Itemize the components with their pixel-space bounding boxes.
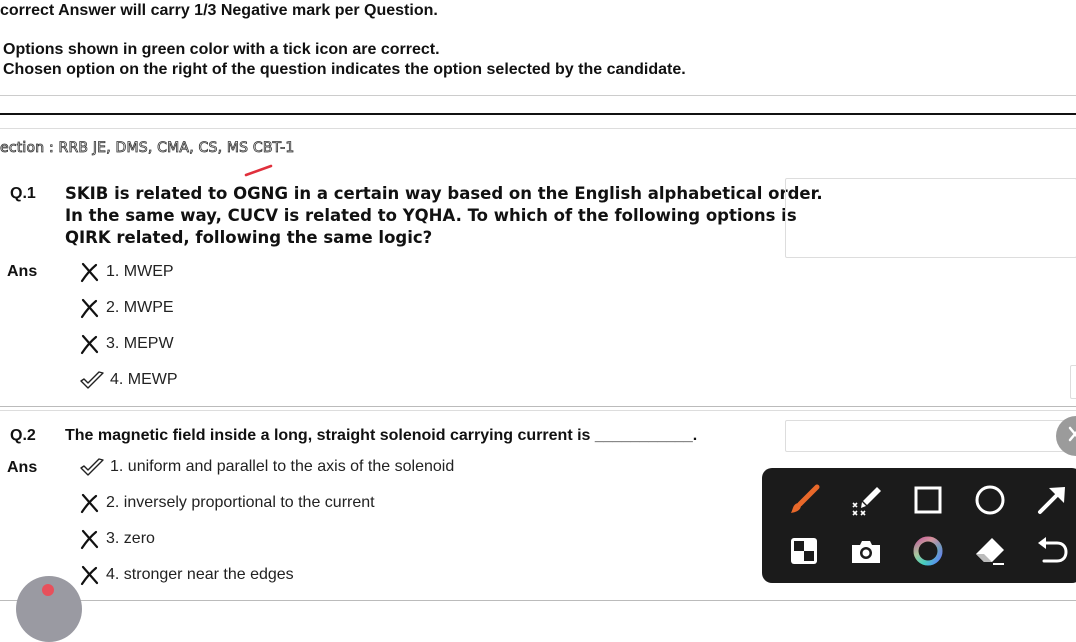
tick-icon xyxy=(80,458,104,476)
option-item: 4. stronger near the edges xyxy=(78,564,294,586)
brush-tool[interactable] xyxy=(784,480,824,520)
option-label: 1. uniform and parallel to the axis of t… xyxy=(110,458,455,475)
eraser-icon xyxy=(976,538,1004,565)
option-label: 2. MWPE xyxy=(106,299,174,316)
record-dot-icon xyxy=(42,584,54,596)
instruction-negative-marking: correct Answer will carry 1/3 Negative m… xyxy=(0,2,438,19)
divider xyxy=(0,128,1076,129)
ans-label: Ans xyxy=(7,263,38,280)
arrow-tool[interactable] xyxy=(1032,480,1072,520)
brush-icon xyxy=(791,484,820,513)
option-item: 3. zero xyxy=(78,528,155,550)
close-float-button[interactable] xyxy=(1056,416,1076,456)
camera-icon xyxy=(852,541,880,563)
cross-icon xyxy=(80,529,99,550)
cross-icon xyxy=(80,493,99,514)
chosen-option-panel xyxy=(785,178,1076,258)
screenshot-tool[interactable] xyxy=(846,531,886,571)
highlighter-tool[interactable] xyxy=(846,480,886,520)
question-text-line: QIRK related, following the same logic? xyxy=(65,228,433,247)
question-divider xyxy=(0,600,1076,601)
option-item: 2. MWPE xyxy=(78,297,174,319)
rectangle-tool[interactable] xyxy=(908,480,948,520)
question-divider xyxy=(0,406,1076,407)
red-pen-stroke xyxy=(244,164,273,177)
cross-icon xyxy=(80,334,99,355)
divider xyxy=(0,95,1076,96)
instruction-chosen-option: Chosen option on the right of the questi… xyxy=(3,61,686,78)
floating-record-button[interactable] xyxy=(16,576,82,642)
option-item-correct: 1. uniform and parallel to the axis of t… xyxy=(78,456,454,478)
option-item: 3. MEPW xyxy=(78,333,174,355)
option-item: 1. MWEP xyxy=(78,261,174,283)
option-label: 3. MEPW xyxy=(106,335,174,352)
question-divider xyxy=(0,410,1076,411)
option-label: 2. inversely proportional to the current xyxy=(106,494,375,511)
close-icon xyxy=(1068,426,1076,442)
undo-icon xyxy=(1038,537,1068,563)
circle-icon xyxy=(975,485,1005,515)
option-label: 3. zero xyxy=(106,530,155,547)
question-text-line: In the same way, CUCV is related to YQHA… xyxy=(65,206,797,225)
question-number: Q.2 xyxy=(10,427,36,444)
tick-icon xyxy=(80,371,104,389)
cross-icon xyxy=(80,262,99,283)
cross-icon xyxy=(80,565,99,586)
panel-edge xyxy=(1070,365,1076,399)
option-label: 4. MEWP xyxy=(110,371,178,388)
section-label: ection : RRB JE, DMS, CMA, CS, MS CBT-1 xyxy=(0,140,295,157)
question-number: Q.1 xyxy=(10,185,36,202)
question-text: The magnetic field inside a long, straig… xyxy=(65,427,698,444)
chosen-option-panel xyxy=(785,420,1076,452)
rectangle-icon xyxy=(914,486,942,514)
section-divider xyxy=(0,113,1076,115)
option-item-correct: 4. MEWP xyxy=(78,369,178,391)
arrow-icon xyxy=(1038,487,1065,514)
color-picker-tool[interactable] xyxy=(908,531,948,571)
mosaic-icon xyxy=(791,538,817,564)
option-item: 2. inversely proportional to the current xyxy=(78,492,375,514)
highlighter-icon xyxy=(852,487,881,516)
option-label: 1. MWEP xyxy=(106,263,174,280)
question-text: SKIB is related to OGNG in a certain way… xyxy=(65,183,823,249)
mosaic-tool[interactable] xyxy=(784,531,824,571)
ans-label: Ans xyxy=(7,459,38,476)
circle-tool[interactable] xyxy=(970,480,1010,520)
cross-icon xyxy=(80,298,99,319)
instruction-green-options: Options shown in green color with a tick… xyxy=(3,41,440,58)
option-label: 4. stronger near the edges xyxy=(106,566,294,583)
color-wheel-icon xyxy=(913,536,943,566)
annotation-toolbar xyxy=(762,468,1076,583)
undo-tool[interactable] xyxy=(1032,531,1072,571)
question-text-line: SKIB is related to OGNG in a certain way… xyxy=(65,184,823,203)
eraser-tool[interactable] xyxy=(970,531,1010,571)
